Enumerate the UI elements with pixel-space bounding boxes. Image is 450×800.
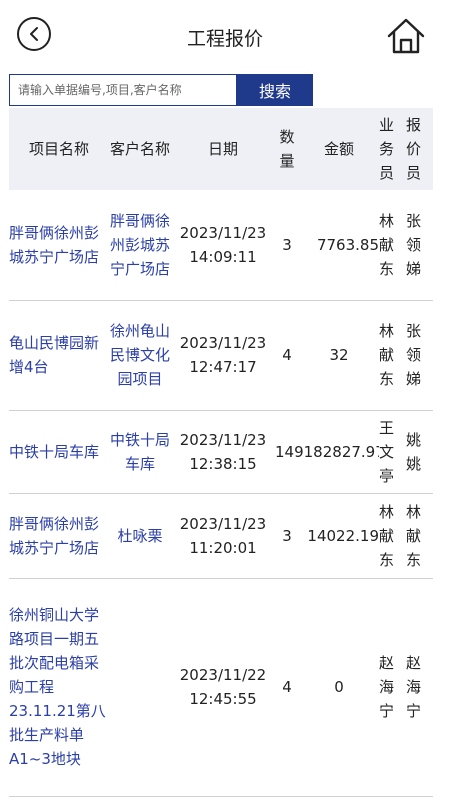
home-button[interactable] [386, 16, 426, 56]
customer-name-link[interactable]: 中铁十局车库 [109, 410, 171, 494]
time-text: 12:47:17 [189, 358, 257, 376]
customer-name-link[interactable] [109, 578, 171, 797]
column-header-date[interactable]: 日期 [171, 108, 275, 190]
date-text: 2023/11/22 [179, 666, 267, 684]
time-text: 12:38:15 [189, 454, 257, 473]
quantity-cell: 4 [275, 300, 299, 411]
amount-cell: 0 [299, 578, 379, 797]
customer-name-link[interactable]: 徐州龟山民博文化园项目 [109, 300, 171, 411]
app-header: 工程报价 [0, 0, 450, 72]
quantity-text: 149 [275, 442, 304, 461]
date-text: 2023/11/23 [179, 334, 267, 352]
amount-cell: 14022.19 [299, 493, 379, 579]
amount-cell: 7763.85 [299, 190, 379, 301]
table-row[interactable]: 胖哥俩徐州彭城苏宁广场店 杜咏栗 2023/11/23 11:20:01 3 14… [9, 493, 433, 579]
time-text: 12:45:55 [189, 690, 257, 708]
page-title: 工程报价 [186, 28, 263, 50]
date-cell: 2023/11/22 12:45:55 [171, 578, 275, 797]
search-bar: 搜索 [9, 74, 313, 106]
time-text: 14:09:11 [189, 247, 257, 266]
quoter-cell: 张领娣 [406, 300, 433, 411]
salesman-cell: 林献东 [379, 300, 406, 411]
salesman-cell: 王文亭 [379, 410, 406, 494]
quoter-cell: 林献东 [406, 493, 433, 579]
date-text: 2023/11/23 [179, 223, 267, 242]
search-button[interactable]: 搜索 [237, 74, 313, 106]
table-row[interactable]: 徐州铜山大学路项目一期五批次配电箱采购工程23.11.21第八批生产料单A1~3… [9, 578, 433, 797]
project-name-link[interactable]: 龟山民博园新增4台 [9, 300, 109, 411]
date-text: 2023/11/23 [179, 430, 267, 449]
quoter-cell: 赵海宁 [406, 578, 433, 797]
column-header-salesman[interactable]: 业务员 [379, 108, 406, 190]
column-header-quoter[interactable]: 报价员 [406, 108, 433, 190]
salesman-cell: 赵海宁 [379, 578, 406, 797]
amount-text: 182827.97 [303, 442, 379, 461]
salesman-cell: 林献东 [379, 493, 406, 579]
quantity-cell: 4 [275, 578, 299, 797]
quantity-amount-cell: 149182827.97 [275, 410, 379, 494]
quantity-cell: 3 [275, 190, 299, 301]
date-text: 2023/11/23 [179, 514, 267, 533]
column-header-project[interactable]: 项目名称 [9, 108, 109, 190]
amount-cell: 32 [299, 300, 379, 411]
project-name-link[interactable]: 胖哥俩徐州彭城苏宁广场店 [9, 190, 109, 301]
quoter-cell: 姚姚 [406, 410, 433, 494]
quote-table: 项目名称 客户名称 日期 数量 金额 业务员 报价员 胖哥俩徐州彭城苏宁广场店 … [9, 108, 433, 797]
project-name-link[interactable]: 中铁十局车库 [9, 410, 109, 494]
date-cell: 2023/11/23 12:38:15 [171, 410, 275, 494]
customer-name-link[interactable]: 杜咏栗 [109, 493, 171, 579]
time-text: 11:20:01 [189, 538, 257, 557]
date-cell: 2023/11/23 11:20:01 [171, 493, 275, 579]
table-row[interactable]: 胖哥俩徐州彭城苏宁广场店 胖哥俩徐州彭城苏宁广场店 2023/11/23 14:0… [9, 190, 433, 301]
customer-name-link[interactable]: 胖哥俩徐州彭城苏宁广场店 [109, 190, 171, 301]
date-cell: 2023/11/23 12:47:17 [171, 300, 275, 411]
project-name-link[interactable]: 胖哥俩徐州彭城苏宁广场店 [9, 493, 109, 579]
salesman-cell: 林献东 [379, 190, 406, 301]
quoter-cell: 张领娣 [406, 190, 433, 301]
home-icon [387, 18, 425, 54]
quantity-cell: 3 [275, 493, 299, 579]
column-header-customer[interactable]: 客户名称 [109, 108, 171, 190]
table-row[interactable]: 龟山民博园新增4台 徐州龟山民博文化园项目 2023/11/23 12:47:17… [9, 300, 433, 411]
table-row[interactable]: 中铁十局车库 中铁十局车库 2023/11/23 12:38:15 1491828… [9, 410, 433, 494]
column-header-quantity[interactable]: 数量 [275, 108, 299, 190]
search-input[interactable] [9, 74, 237, 106]
project-name-link[interactable]: 徐州铜山大学路项目一期五批次配电箱采购工程23.11.21第八批生产料单A1~3… [9, 578, 109, 797]
table-header-row: 项目名称 客户名称 日期 数量 金额 业务员 报价员 [9, 108, 433, 190]
date-cell: 2023/11/23 14:09:11 [171, 190, 275, 301]
column-header-amount[interactable]: 金额 [299, 108, 379, 190]
